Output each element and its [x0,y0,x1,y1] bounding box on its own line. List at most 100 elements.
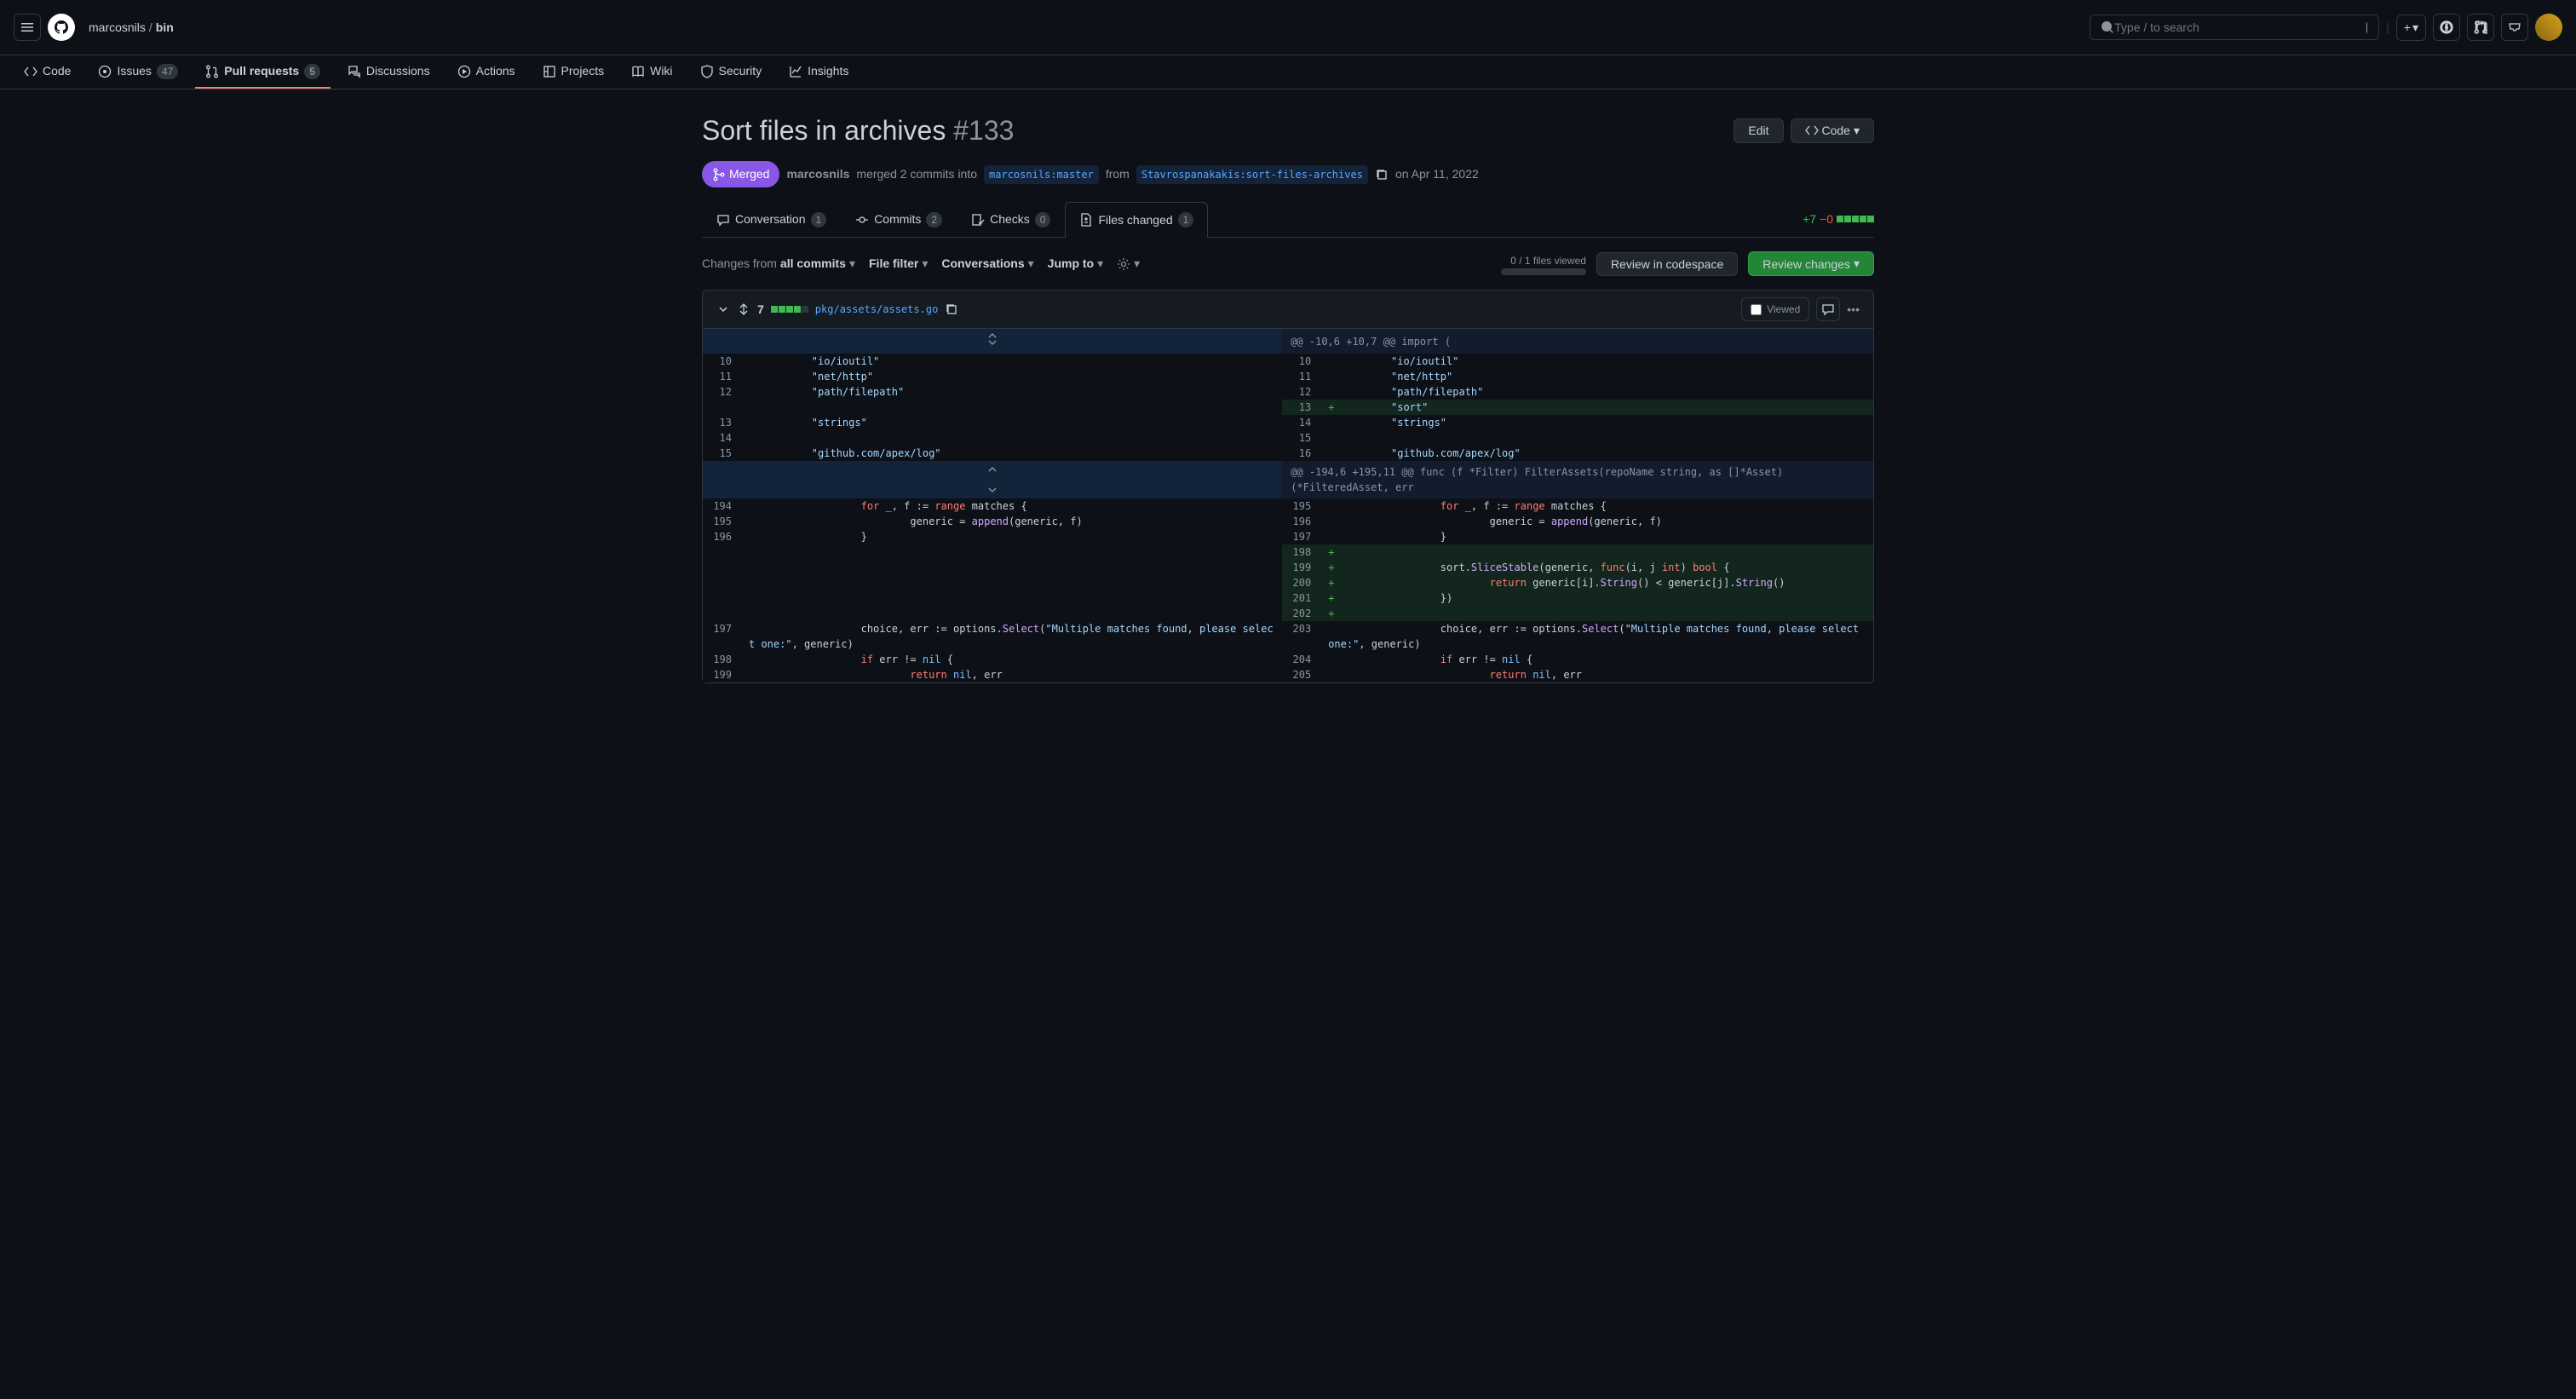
unfold-up-icon [986,466,999,480]
comment-icon [1821,302,1835,316]
viewed-input[interactable] [1751,304,1762,315]
gear-icon [1117,257,1130,271]
file-diffstat [771,306,808,313]
head-branch[interactable]: Stavrospanakakis:sort-files-archives [1136,165,1368,184]
hunk-header: @@ -194,6 +195,11 @@ func (f *Filter) Fi… [1282,461,1873,498]
search-icon [2101,20,2114,34]
file-path[interactable]: pkg/assets/assets.go [815,302,939,317]
unfold-icon [986,332,999,346]
issues-count: 47 [157,64,178,79]
avatar[interactable] [2535,14,2562,41]
tab-conversation[interactable]: Conversation 1 [702,201,841,237]
caret-down-icon: ▾ [1134,255,1140,273]
copy-icon[interactable] [1375,168,1389,181]
expand-hunk-button[interactable] [703,329,1282,354]
plus-icon: + [2404,19,2411,37]
nav-issues[interactable]: Issues 47 [88,55,188,89]
settings-dropdown[interactable]: ▾ [1117,255,1140,273]
inbox-icon [2508,20,2521,34]
nav-discussions[interactable]: Discussions [337,55,440,89]
changes-from-dropdown[interactable]: Changes from all commits ▾ [702,255,855,273]
nav-insights[interactable]: Insights [779,55,859,89]
caret-down-icon: ▾ [1028,255,1034,273]
caret-down-icon: ▾ [1854,256,1860,271]
github-icon [55,20,68,34]
pr-date: on Apr 11, 2022 [1395,165,1479,183]
nav-security[interactable]: Security [690,55,773,89]
kebab-menu[interactable]: ••• [1847,301,1860,319]
comment-icon [716,213,730,227]
merge-text: merged 2 commits into [856,165,977,183]
copy-icon[interactable] [945,302,958,316]
viewed-checkbox[interactable]: Viewed [1741,297,1809,321]
commit-icon [855,213,869,227]
files-viewed: 0 / 1 files viewed [1501,253,1586,275]
caret-down-icon: ▾ [1854,124,1860,138]
github-logo[interactable] [48,14,75,41]
conversations-dropdown[interactable]: Conversations ▾ [941,255,1033,273]
issue-icon [98,65,112,78]
expand-hunk-button[interactable] [703,461,1282,498]
diffstat: +7 −0 [1803,210,1874,228]
hunk-header: @@ -10,6 +10,7 @@ import ( [1282,329,1873,354]
merge-icon [712,168,726,181]
file-diff-icon [1079,213,1093,227]
pull-request-icon [2474,20,2487,34]
issues-button[interactable] [2433,14,2460,41]
checklist-icon [971,213,985,227]
search-slash-divider: | [2366,19,2368,36]
status-badge: Merged [702,161,779,187]
nav-projects[interactable]: Projects [532,55,615,89]
pull-request-icon [205,65,219,78]
caret-down-icon: ▾ [1097,255,1103,273]
jump-to-dropdown[interactable]: Jump to ▾ [1048,255,1103,273]
search-input[interactable] [2114,20,2366,34]
from-word: from [1106,165,1130,183]
tab-checks[interactable]: Checks 0 [957,201,1065,237]
expand-icon[interactable] [737,302,750,316]
file-filter-dropdown[interactable]: File filter ▾ [869,255,928,273]
caret-down-icon: ▾ [922,255,928,273]
issue-icon [2440,20,2453,34]
nav-code[interactable]: Code [14,55,81,89]
pull-requests-button[interactable] [2467,14,2494,41]
file-diff: 7 pkg/assets/assets.go Viewed ••• [702,290,1874,683]
review-codespace-button[interactable]: Review in codespace [1596,252,1738,276]
hamburger-icon [20,20,34,34]
caret-down-icon: ▾ [849,255,855,273]
pr-number: #133 [953,115,1014,146]
discussion-icon [348,65,361,78]
comment-button[interactable] [1816,297,1840,321]
pr-count: 5 [304,64,320,79]
edit-button[interactable]: Edit [1734,118,1783,143]
breadcrumb: marcosnils / bin [89,19,174,37]
search-box[interactable]: | [2090,14,2379,40]
chevron-down-icon[interactable] [716,302,730,316]
hamburger-menu[interactable] [14,14,41,41]
shield-icon [700,65,714,78]
tab-commits[interactable]: Commits 2 [841,201,957,237]
code-icon [24,65,37,78]
graph-icon [789,65,802,78]
notifications-button[interactable] [2501,14,2528,41]
code-dropdown-button[interactable]: Code ▾ [1791,118,1875,143]
breadcrumb-sep: / [149,19,152,37]
pr-author[interactable]: marcosnils [786,165,849,183]
tab-files-changed[interactable]: Files changed 1 [1065,202,1208,238]
project-icon [543,65,556,78]
divider: | [2386,19,2389,37]
breadcrumb-repo[interactable]: bin [156,19,174,37]
nav-wiki[interactable]: Wiki [621,55,682,89]
change-count: 7 [757,301,764,319]
caret-down-icon: ▾ [2412,19,2418,37]
create-new-button[interactable]: + ▾ [2396,14,2426,41]
nav-pull-requests[interactable]: Pull requests 5 [195,55,331,89]
unfold-down-icon [986,480,999,493]
book-icon [631,65,645,78]
page-title: Sort files in archives #133 [702,110,1014,151]
code-icon [1805,124,1819,137]
base-branch[interactable]: marcosnils:master [984,165,1099,184]
nav-actions[interactable]: Actions [447,55,526,89]
review-changes-button[interactable]: Review changes ▾ [1748,251,1874,276]
breadcrumb-owner[interactable]: marcosnils [89,19,146,37]
